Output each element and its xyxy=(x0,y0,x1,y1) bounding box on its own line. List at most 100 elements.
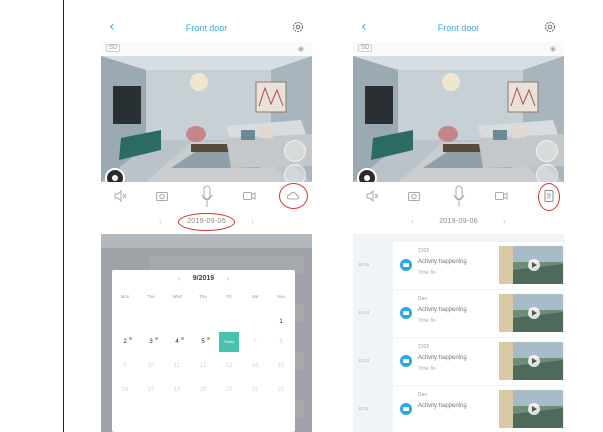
backdrop-band xyxy=(101,234,312,248)
calendar-day: 8 xyxy=(279,339,283,345)
eye-icon[interactable]: ◉ xyxy=(550,45,556,53)
event-card[interactable]: 2102 Activity happening Time 8s xyxy=(393,338,563,385)
calendar-day-today[interactable]: Today xyxy=(219,332,239,352)
next-day-button[interactable]: › xyxy=(503,216,506,226)
quality-badge[interactable]: SD xyxy=(106,44,121,52)
highlight-ring-date xyxy=(178,213,235,231)
camera-icon xyxy=(400,307,412,319)
gear-icon[interactable] xyxy=(291,20,305,34)
living-room-image xyxy=(353,56,564,182)
event-dot xyxy=(181,337,184,340)
microphone-icon[interactable] xyxy=(201,185,213,209)
event-activity: Activity happening xyxy=(418,355,467,361)
calendar-day: 10 xyxy=(147,363,155,369)
calendar-day: 13 xyxy=(225,363,233,369)
weekday-label: Sun xyxy=(276,294,285,299)
event-device-name: Dev xyxy=(418,392,427,398)
stream-status-row: SD ◉ xyxy=(101,42,312,56)
calendar-day: 11 xyxy=(173,363,181,369)
light-button[interactable] xyxy=(284,140,306,162)
calendar-day[interactable]: 5 xyxy=(193,332,213,352)
event-thumbnail[interactable] xyxy=(499,342,563,380)
stream-status-row: SD ◉ xyxy=(353,42,564,56)
calendar-day[interactable]: 1 xyxy=(271,312,291,332)
snapshot-icon[interactable] xyxy=(407,189,421,203)
event-time: 10:13 xyxy=(358,358,370,363)
event-thumbnail[interactable] xyxy=(499,390,563,428)
highlight-ring-playback xyxy=(538,183,560,211)
camera-icon xyxy=(400,355,412,367)
highlight-ring-cloud xyxy=(279,183,308,209)
calendar-day: 12 xyxy=(199,363,207,369)
next-day-button[interactable]: › xyxy=(251,216,254,226)
event-dot xyxy=(207,337,210,340)
mute-icon[interactable] xyxy=(113,189,127,203)
thumbnail-image xyxy=(499,246,563,284)
event-device-name: Dev xyxy=(418,296,427,302)
calendar-day: 14 xyxy=(251,363,259,369)
weekday-label: Mon xyxy=(120,294,130,299)
quality-badge[interactable]: SD xyxy=(358,44,373,52)
event-activity: Activity happening xyxy=(418,403,467,409)
calendar-day[interactable]: 4 xyxy=(167,332,187,352)
weekday-label: Wed xyxy=(172,294,182,299)
event-list: 10:16 › 2102 Activity happening Time 8s … xyxy=(353,234,564,432)
event-activity: Activity happening xyxy=(418,307,467,313)
living-room-image xyxy=(101,56,312,182)
calendar-popup: ‹ 9/2019 › Mon Tue Wed Thu Fri Sat Sun 1… xyxy=(112,270,295,432)
mute-icon[interactable] xyxy=(365,189,379,203)
calendar-next-month[interactable]: › xyxy=(226,274,229,283)
calendar-day: 7 xyxy=(253,339,257,345)
phone-screen-calendar: ‹ Front door SD ◉ ‹ 2019-09-06 › ‹ 9/201… xyxy=(101,14,312,432)
record-icon[interactable] xyxy=(242,189,256,203)
page-divider-line xyxy=(63,0,64,432)
thumbnail-image xyxy=(499,294,563,332)
top-nav-bar: ‹ Front door xyxy=(101,14,312,42)
timeline-marker: › xyxy=(385,405,387,411)
weekday-label: Tue xyxy=(147,294,155,299)
eye-icon[interactable]: ◉ xyxy=(298,45,304,53)
calendar-day: 9 xyxy=(123,363,127,369)
timeline-marker: › xyxy=(385,309,387,315)
calendar-day: 17 xyxy=(147,387,155,393)
weekday-label: Fri xyxy=(226,294,232,299)
event-time: 10:16 xyxy=(358,262,370,267)
thumbnail-image xyxy=(499,342,563,380)
calendar-day: 21 xyxy=(251,387,259,393)
event-duration: Time 8s xyxy=(418,270,436,276)
weekday-label: Sat xyxy=(251,294,259,299)
calendar-day: 22 xyxy=(277,387,285,393)
record-icon[interactable] xyxy=(494,189,508,203)
light-button[interactable] xyxy=(536,140,558,162)
date-selector: ‹ 2019-09-06 › xyxy=(353,212,564,234)
camera-toolbar xyxy=(353,182,564,212)
event-card[interactable]: Dev Activity happening Time 8s xyxy=(393,290,563,337)
timeline-marker: › xyxy=(385,357,387,363)
top-nav-bar: ‹ Front door xyxy=(353,14,564,42)
event-thumbnail[interactable] xyxy=(499,246,563,284)
event-dot xyxy=(129,337,132,340)
live-video-feed[interactable] xyxy=(101,56,312,182)
snapshot-icon[interactable] xyxy=(155,189,169,203)
event-card[interactable]: Dev Activity happening xyxy=(393,386,563,432)
event-activity: Activity happening xyxy=(418,259,467,265)
calendar-day[interactable]: 3 xyxy=(141,332,161,352)
calendar-weekday-header: Mon Tue Wed Thu Fri Sat Sun xyxy=(112,294,295,304)
calendar-day[interactable]: 2 xyxy=(115,332,135,352)
live-video-feed[interactable] xyxy=(353,56,564,182)
camera-icon xyxy=(400,403,412,415)
phone-screen-event-list: ‹ Front door SD ◉ ‹ 2019-09-06 › 10:16 ›… xyxy=(353,14,564,432)
event-time: 10:14 xyxy=(358,310,370,315)
thumbnail-image xyxy=(499,390,563,428)
timeline-marker: › xyxy=(385,261,387,267)
calendar-day: 20 xyxy=(225,387,233,393)
date-label[interactable]: 2019-09-06 xyxy=(353,218,564,225)
page-title: Front door xyxy=(437,23,480,33)
microphone-icon[interactable] xyxy=(453,185,465,209)
gear-icon[interactable] xyxy=(543,20,557,34)
event-thumbnail[interactable] xyxy=(499,294,563,332)
event-card[interactable]: 2102 Activity happening Time 8s xyxy=(393,242,563,289)
event-time: 10:11 xyxy=(358,406,369,411)
calendar-day: 18 xyxy=(173,387,181,393)
camera-icon xyxy=(400,259,412,271)
